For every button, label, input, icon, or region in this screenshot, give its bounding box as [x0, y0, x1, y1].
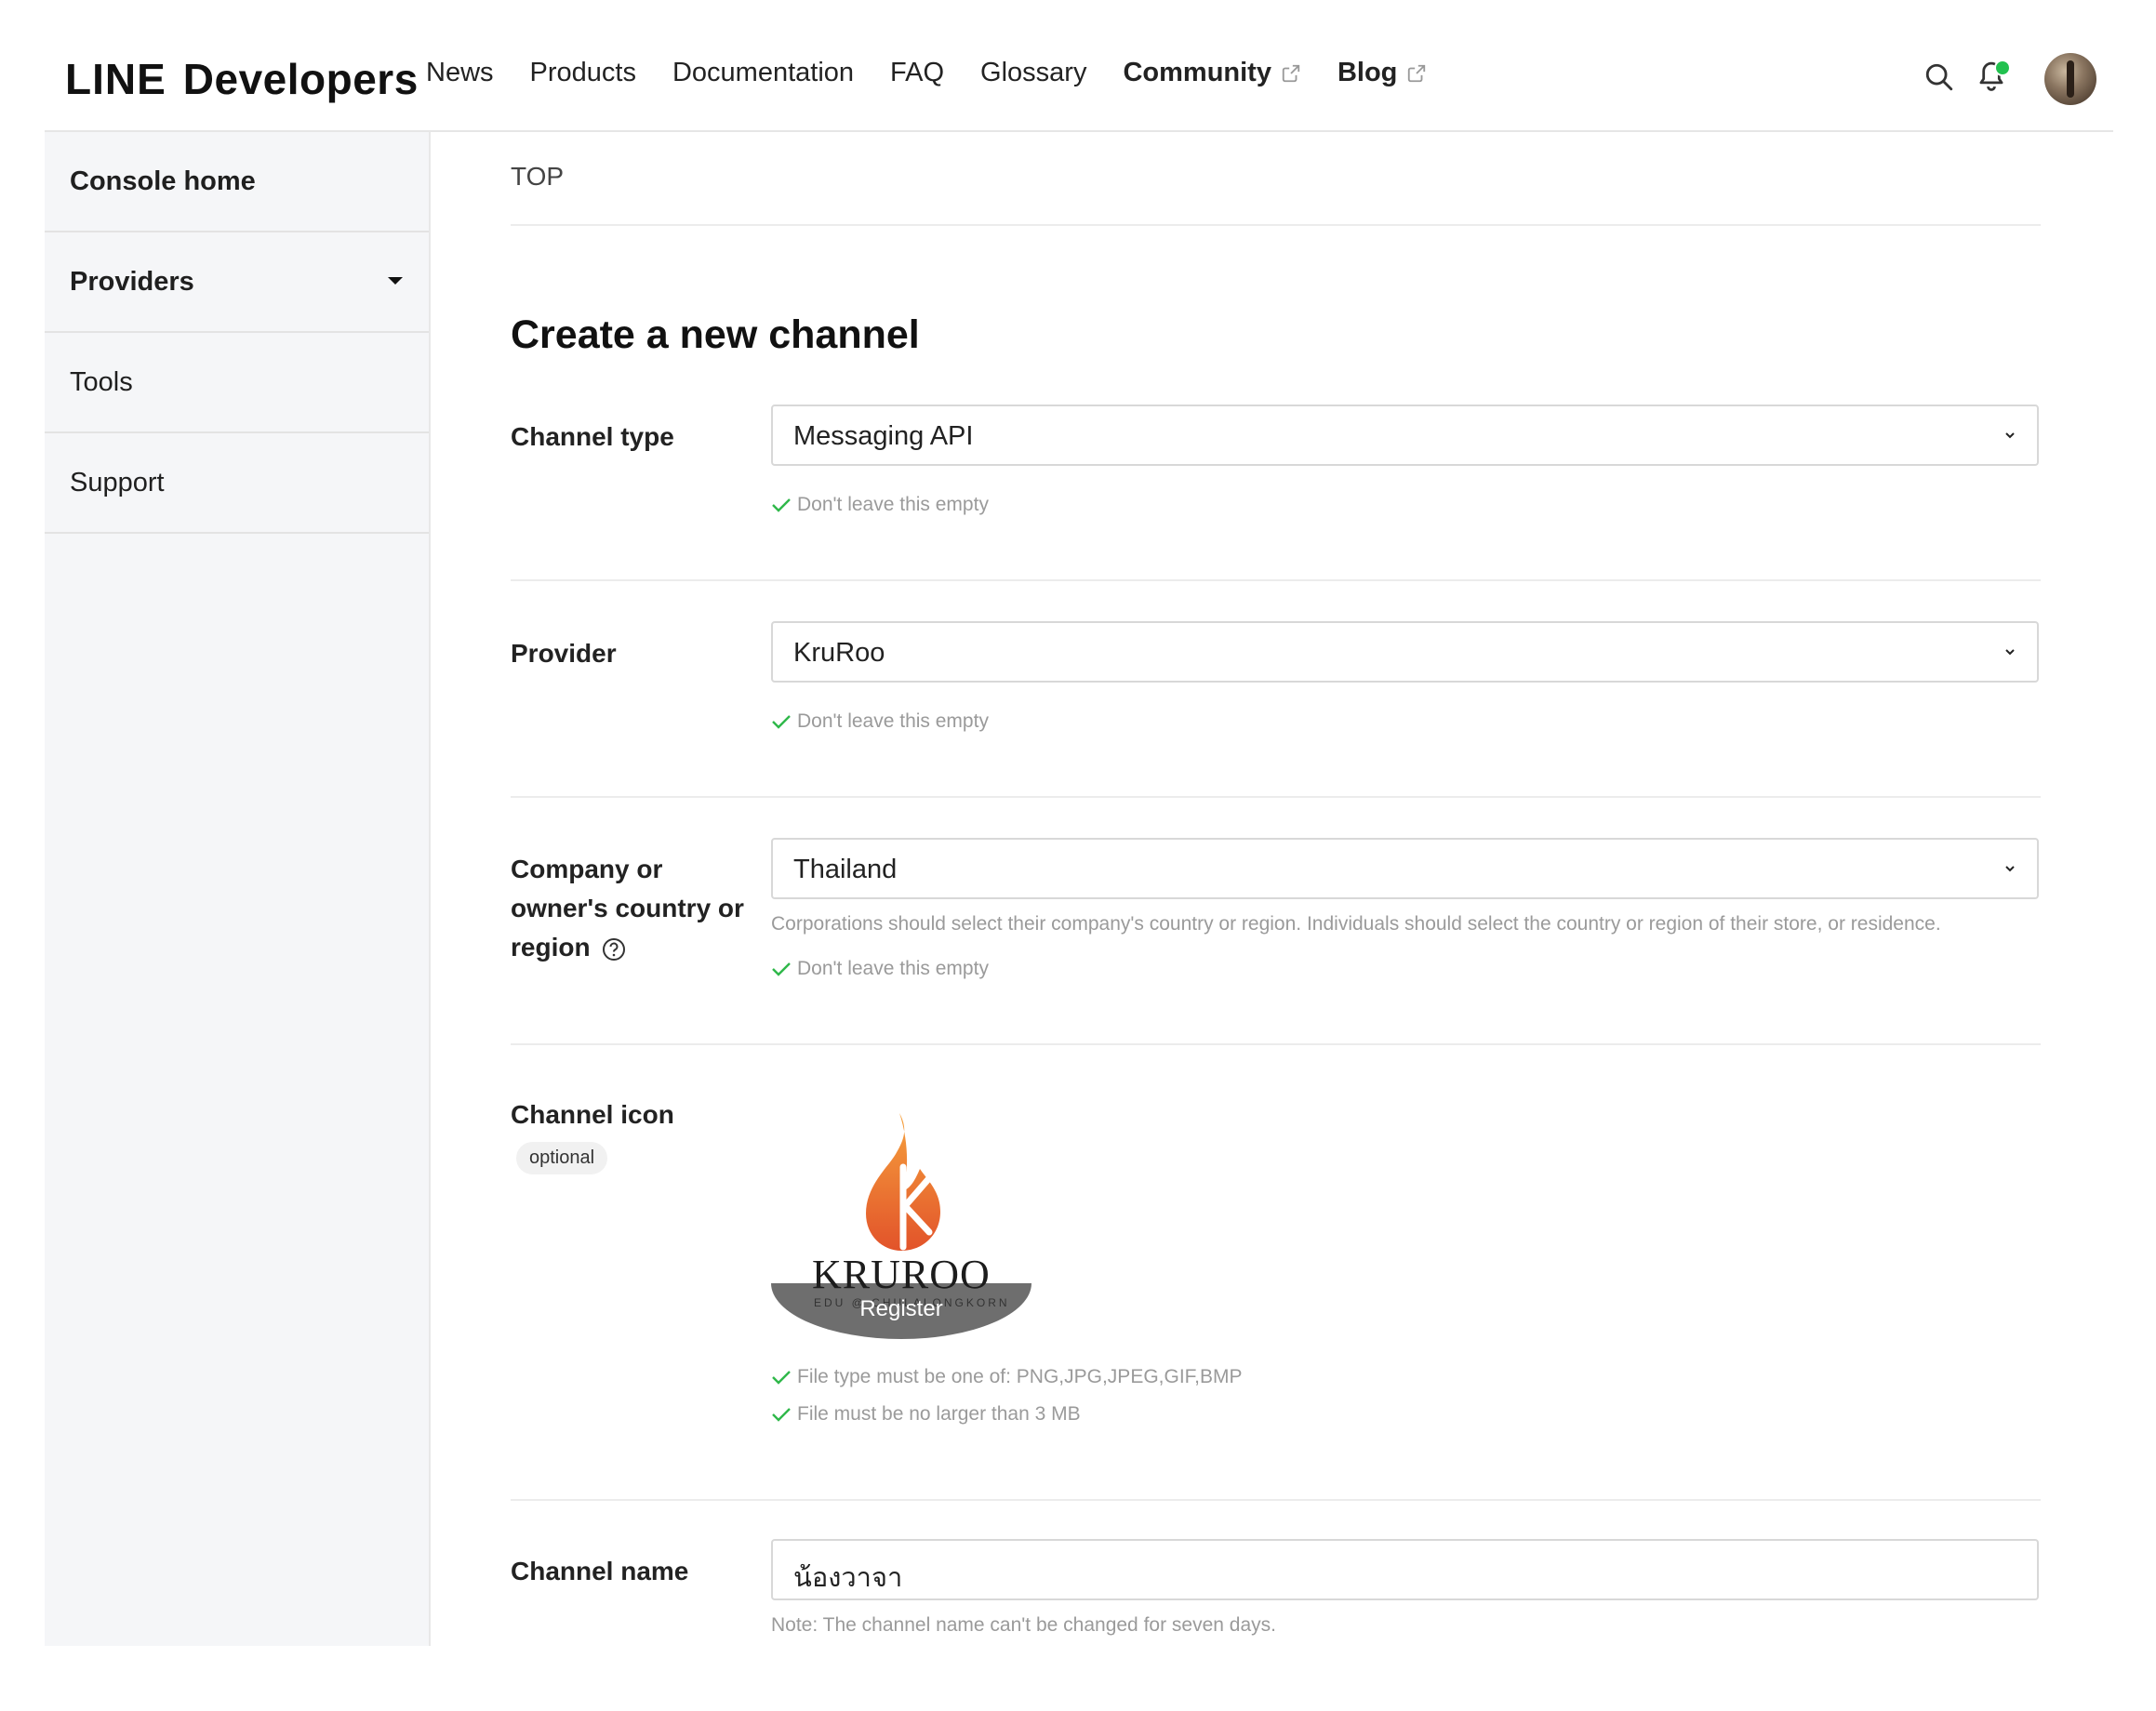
sidebar-item-console-home[interactable]: Console home: [45, 132, 429, 232]
nav-glossary-label: Glossary: [980, 58, 1087, 87]
nav-faq-label: FAQ: [890, 58, 945, 87]
country-description: Corporations should select their company…: [771, 913, 1941, 935]
nav-documentation-label: Documentation: [672, 58, 855, 87]
validation-text: Don't leave this empty: [797, 494, 989, 515]
sidebar-item-label: Console home: [70, 166, 256, 196]
external-link-icon: [1282, 64, 1300, 82]
sidebar-item-providers[interactable]: Providers: [45, 232, 429, 333]
channel-type-value: Messaging API: [793, 421, 974, 451]
nav-community-label: Community: [1123, 58, 1271, 87]
validation-text: Don't leave this empty: [797, 958, 989, 979]
app-frame: LINE Developers News Products Documentati…: [45, 0, 2113, 1646]
country-select[interactable]: Thailand: [771, 838, 2039, 899]
nav-blog-label: Blog: [1337, 58, 1398, 87]
nav-news-label: News: [426, 58, 494, 87]
country-value: Thailand: [793, 855, 898, 884]
country-label: Company or owner's country or region: [511, 850, 744, 967]
sidebar-item-tools[interactable]: Tools: [45, 333, 429, 433]
chevron-down-icon: [2005, 432, 2015, 439]
divider: [511, 1499, 2041, 1501]
page-title: Create a new channel: [511, 312, 920, 357]
nav-products-label: Products: [529, 58, 636, 87]
brand-wordmark: KRUROO: [812, 1252, 991, 1297]
channel-name-label: Channel name: [511, 1557, 689, 1585]
check-icon: [772, 962, 791, 976]
flame-logo-icon: [866, 1113, 940, 1251]
country-label-line3: region: [511, 933, 591, 962]
file-size-rule: File must be no larger than 3 MB: [771, 1403, 1081, 1426]
nav-blog[interactable]: Blog: [1338, 58, 1427, 88]
check-icon: [772, 498, 791, 512]
channel-type-validation: Don't leave this empty: [771, 494, 989, 516]
check-icon: [772, 1371, 791, 1385]
rule-text: File type must be one of: PNG,JPG,JPEG,G…: [797, 1366, 1243, 1387]
sidebar: Console home Providers Tools Support: [45, 132, 431, 1646]
divider: [511, 579, 2041, 581]
country-label-line: region: [511, 928, 744, 967]
register-button[interactable]: Register: [771, 1296, 1031, 1322]
external-link-icon: [1408, 64, 1426, 82]
check-icon: [772, 1408, 791, 1422]
check-icon: [772, 715, 791, 729]
line-developers-logo[interactable]: LINE Developers: [65, 54, 419, 104]
country-label-line: Company or: [511, 855, 663, 883]
sidebar-item-label: Support: [70, 467, 165, 497]
breadcrumb[interactable]: TOP: [511, 162, 564, 192]
logo-line-text: LINE: [65, 55, 166, 103]
nav-faq[interactable]: FAQ: [890, 58, 944, 88]
help-icon[interactable]: [602, 937, 626, 962]
channel-icon-upload[interactable]: KRUROO EDU @ CHULALONGKORN Register: [771, 1111, 1031, 1348]
nav-glossary[interactable]: Glossary: [980, 58, 1086, 88]
provider-validation: Don't leave this empty: [771, 710, 989, 733]
provider-value: KruRoo: [793, 638, 885, 668]
provider-select[interactable]: KruRoo: [771, 621, 2039, 683]
sidebar-item-support[interactable]: Support: [45, 433, 429, 534]
chevron-down-icon: [2005, 649, 2015, 656]
sidebar-item-label: Tools: [70, 366, 133, 397]
file-type-rule: File type must be one of: PNG,JPG,JPEG,G…: [771, 1366, 1243, 1388]
sidebar-item-label: Providers: [70, 266, 194, 297]
channel-type-label: Channel type: [511, 422, 674, 451]
channel-name-input[interactable]: น้องวาจา: [771, 1539, 2039, 1600]
nav-news[interactable]: News: [426, 58, 494, 88]
user-avatar[interactable]: [2044, 53, 2096, 105]
rule-text: File must be no larger than 3 MB: [797, 1403, 1081, 1425]
divider: [511, 224, 2041, 226]
provider-label: Provider: [511, 639, 617, 668]
channel-name-note: Note: The channel name can't be changed …: [771, 1614, 1276, 1636]
country-label-line: owner's country or: [511, 894, 744, 922]
notification-dot: [1994, 60, 2011, 76]
channel-type-select[interactable]: Messaging API: [771, 405, 2039, 466]
nav-products[interactable]: Products: [530, 58, 636, 88]
logo-developers-text: Developers: [182, 55, 419, 103]
channel-icon-label: Channel icon: [511, 1100, 674, 1129]
caret-down-icon: [388, 277, 403, 285]
divider: [511, 1043, 2041, 1045]
channel-name-value: น้องวาจา: [793, 1563, 903, 1593]
search-icon[interactable]: [1923, 61, 1955, 93]
chevron-down-icon: [2005, 866, 2015, 872]
country-validation: Don't leave this empty: [771, 958, 989, 980]
main-nav: News Products Documentation FAQ Glossary…: [426, 58, 1463, 88]
validation-text: Don't leave this empty: [797, 710, 989, 732]
top-header: LINE Developers News Products Documentati…: [45, 0, 2113, 132]
nav-community[interactable]: Community: [1123, 58, 1301, 88]
nav-documentation[interactable]: Documentation: [672, 58, 854, 88]
divider: [511, 796, 2041, 798]
optional-badge: optional: [516, 1142, 608, 1174]
